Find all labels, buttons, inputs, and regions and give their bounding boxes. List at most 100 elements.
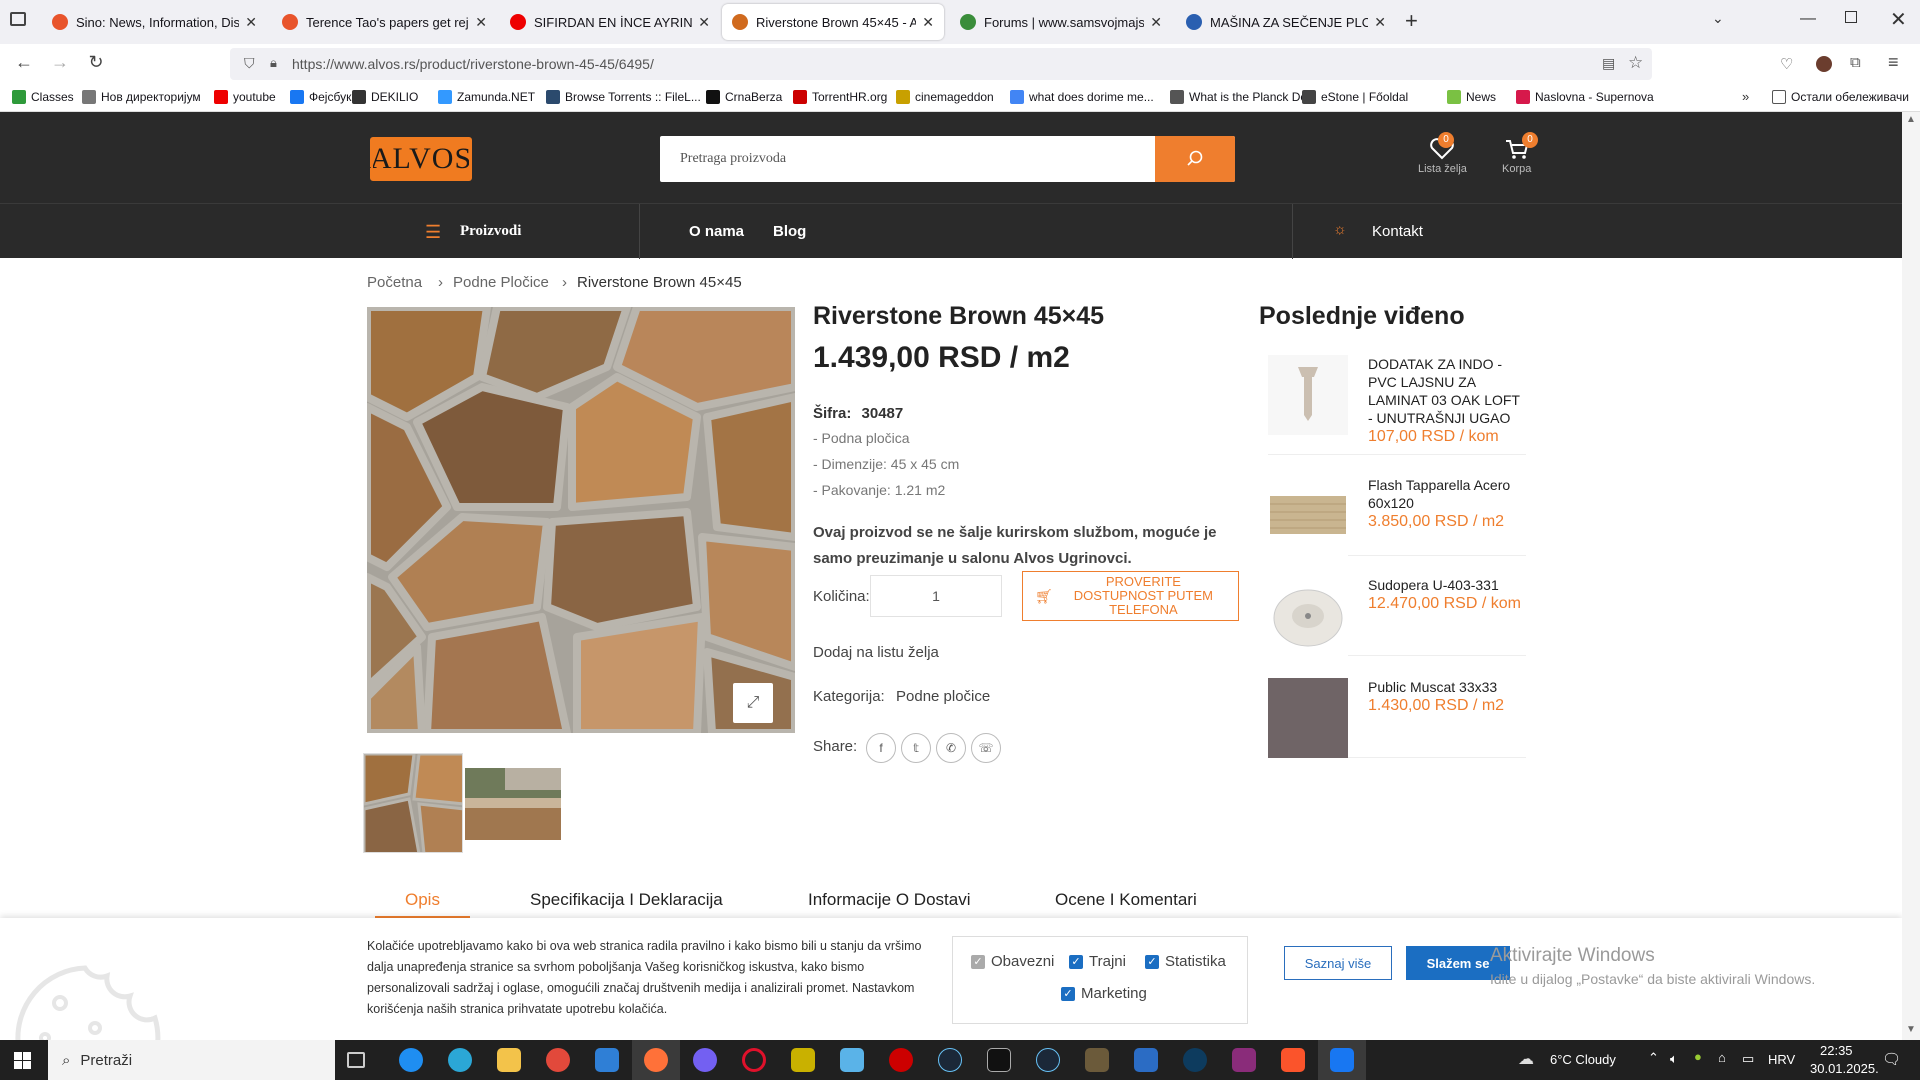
browser-tab[interactable]: Forums | www.samsvojmajstor. ✕ (950, 4, 1172, 40)
menu-item-contact[interactable]: Kontakt (1372, 223, 1423, 240)
page-scrollbar[interactable]: ▲ ▼ (1902, 112, 1920, 1040)
bookmark-item[interactable]: Browse Torrents :: FileL... (546, 90, 701, 104)
recent-item[interactable]: DODATAK ZA INDO - PVC LAJSNU ZA LAMINAT … (1268, 355, 1526, 455)
store-icon[interactable] (595, 1048, 619, 1072)
cookie-option-permanent[interactable]: ✓ Trajni (1069, 953, 1126, 970)
tab-description[interactable]: Opis (405, 890, 440, 910)
steam-icon[interactable] (938, 1048, 962, 1072)
scroll-down-icon[interactable]: ▼ (1906, 1024, 1916, 1035)
pocket-icon[interactable]: ♡ (1780, 55, 1793, 73)
other-bookmarks[interactable]: Остали обележивачи (1772, 90, 1909, 104)
breadcrumb-category[interactable]: Podne Pločice (453, 274, 549, 291)
product-thumbnail-2[interactable] (465, 768, 561, 840)
browser-tab[interactable]: Sino: News, Information, Discus ✕ (42, 4, 267, 40)
search-input[interactable]: Pretraga proizvoda (660, 136, 1235, 182)
firefox-icon[interactable] (644, 1048, 668, 1072)
menu-item-about[interactable]: O nama (689, 223, 744, 240)
forward-icon[interactable]: → (48, 52, 72, 73)
recent-item[interactable]: Sudopera U-403-331 12.470,00 RSD / kom (1268, 576, 1526, 656)
bookmark-item[interactable]: Фејсбук (290, 90, 351, 104)
close-tab-icon[interactable]: ✕ (698, 14, 710, 31)
scroll-up-icon[interactable]: ▲ (1906, 114, 1916, 125)
bookmark-item[interactable]: cinemageddon (896, 90, 994, 104)
checkbox-marketing[interactable]: ✓ (1061, 986, 1075, 1001)
epic-games-icon[interactable] (987, 1048, 1011, 1072)
file-explorer-icon[interactable] (497, 1048, 521, 1072)
facebook-share-icon[interactable]: f (866, 733, 896, 763)
check-availability-button[interactable]: 🛒︎ PROVERITE DOSTUPNOST PUTEM TELEFONA (1022, 571, 1239, 621)
reload-icon[interactable]: ↻ (84, 52, 108, 73)
bookmark-item[interactable]: CrnaBerza (706, 90, 782, 104)
notifications-icon[interactable]: 🗨︎ (1882, 1050, 1901, 1068)
bookmark-item[interactable]: Zamunda.NET (438, 90, 535, 104)
add-to-wishlist-link[interactable]: Dodaj na listu želja (813, 644, 939, 661)
avatar[interactable] (1816, 56, 1832, 72)
checkbox-permanent[interactable]: ✓ (1069, 954, 1083, 969)
tab-specification[interactable]: Specifikacija I Deklaracija (530, 890, 723, 910)
winrar-icon[interactable] (1232, 1048, 1256, 1072)
close-tab-icon[interactable]: ✕ (245, 14, 257, 31)
app-icon[interactable] (1134, 1048, 1158, 1072)
close-window-icon[interactable]: ✕ (1890, 7, 1907, 32)
windows-start-icon[interactable] (14, 1052, 31, 1069)
tray-app-icon[interactable]: ⌂ (1718, 1050, 1726, 1065)
bookmark-item[interactable]: Нов директоријум (82, 90, 201, 104)
volume-icon[interactable]: 🔈︎ (1670, 1051, 1678, 1067)
reader-view-icon[interactable]: ▤ (1602, 55, 1615, 72)
cookie-option-statistics[interactable]: ✓ Statistika (1145, 953, 1226, 970)
url-bar[interactable]: ⛉ 🔒︎ https://www.alvos.rs/product/rivers… (230, 48, 1652, 80)
close-tab-icon[interactable]: ✕ (475, 14, 487, 31)
hamburger-icon[interactable]: ☰ (425, 222, 441, 243)
tab-delivery[interactable]: Informacije O Dostavi (808, 890, 971, 910)
product-thumbnail-1[interactable] (363, 753, 463, 853)
url-text[interactable]: https://www.alvos.rs/product/riverstone-… (292, 56, 654, 72)
new-tab-icon[interactable]: + (1405, 8, 1418, 34)
app-icon[interactable] (889, 1048, 913, 1072)
opera-icon[interactable] (742, 1048, 766, 1072)
tab-active[interactable]: Riverstone Brown 45×45 - Alvos ✕ (722, 4, 944, 40)
steam-icon[interactable] (1036, 1048, 1060, 1072)
viber-icon[interactable] (693, 1048, 717, 1072)
bookmark-item[interactable]: eStone | Főoldal (1302, 90, 1408, 104)
close-tab-icon[interactable]: ✕ (1150, 14, 1162, 31)
whatsapp-share-icon[interactable]: ☏ (971, 733, 1001, 763)
list-all-tabs-icon[interactable]: ⌄ (1712, 10, 1724, 27)
alvos-logo[interactable]: ALVOS (367, 134, 475, 184)
menu-item-products[interactable]: Proizvodi (460, 223, 521, 240)
edge-icon[interactable] (448, 1048, 472, 1072)
recent-item[interactable]: Flash Tapparella Acero 60x120 3.850,00 RS… (1268, 476, 1526, 556)
app-icon[interactable] (1183, 1048, 1207, 1072)
learn-more-button[interactable]: Saznaj više (1284, 946, 1392, 980)
shield-icon[interactable]: ⛉ (244, 55, 255, 72)
bookmark-star-icon[interactable]: ☆ (1628, 53, 1643, 73)
close-tab-icon[interactable]: ✕ (922, 14, 934, 31)
app-icon[interactable] (791, 1048, 815, 1072)
product-image[interactable] (367, 307, 795, 733)
back-icon[interactable]: ← (12, 52, 36, 73)
menu-item-blog[interactable]: Blog (773, 223, 806, 240)
viber-share-icon[interactable]: ✆ (936, 733, 966, 763)
network-icon[interactable]: ▭ (1742, 1051, 1754, 1067)
recent-item[interactable]: Public Muscat 33x33 1.430,00 RSD / m2 (1268, 678, 1526, 758)
checkbox-statistics[interactable]: ✓ (1145, 954, 1159, 969)
twitter-share-icon[interactable]: 𝕥 (901, 733, 931, 763)
chrome-icon[interactable] (546, 1048, 570, 1072)
close-tab-icon[interactable]: ✕ (1374, 14, 1386, 31)
app-icon[interactable] (840, 1048, 864, 1072)
taskbar-search[interactable]: ⌕ Pretraži (48, 1040, 335, 1080)
bookmark-item[interactable]: Naslovna - Supernova (1516, 90, 1654, 104)
bookmark-item[interactable]: what does dorime me... (1010, 90, 1154, 104)
zoom-button[interactable]: ⤢ (733, 683, 773, 723)
more-bookmarks-icon[interactable]: » (1742, 89, 1749, 104)
bookmark-item[interactable]: What is the Planck De... (1170, 90, 1317, 104)
language-indicator[interactable]: HRV (1768, 1052, 1795, 1067)
bolt-app-icon[interactable] (399, 1048, 423, 1072)
game-icon[interactable] (1085, 1048, 1109, 1072)
lock-icon[interactable]: 🔒︎ (270, 55, 277, 71)
bookmark-item[interactable]: youtube (214, 90, 276, 104)
minimize-icon[interactable]: — (1800, 10, 1816, 28)
tray-expand-icon[interactable]: ⌃ (1648, 1050, 1659, 1066)
browser-tab[interactable]: MAŠINA ZA SEČENJE PLOČICA ✕ (1176, 4, 1396, 40)
weather-text[interactable]: 6°C Cloudy (1550, 1052, 1616, 1067)
bookmark-item[interactable]: DEKILIO (352, 90, 418, 104)
